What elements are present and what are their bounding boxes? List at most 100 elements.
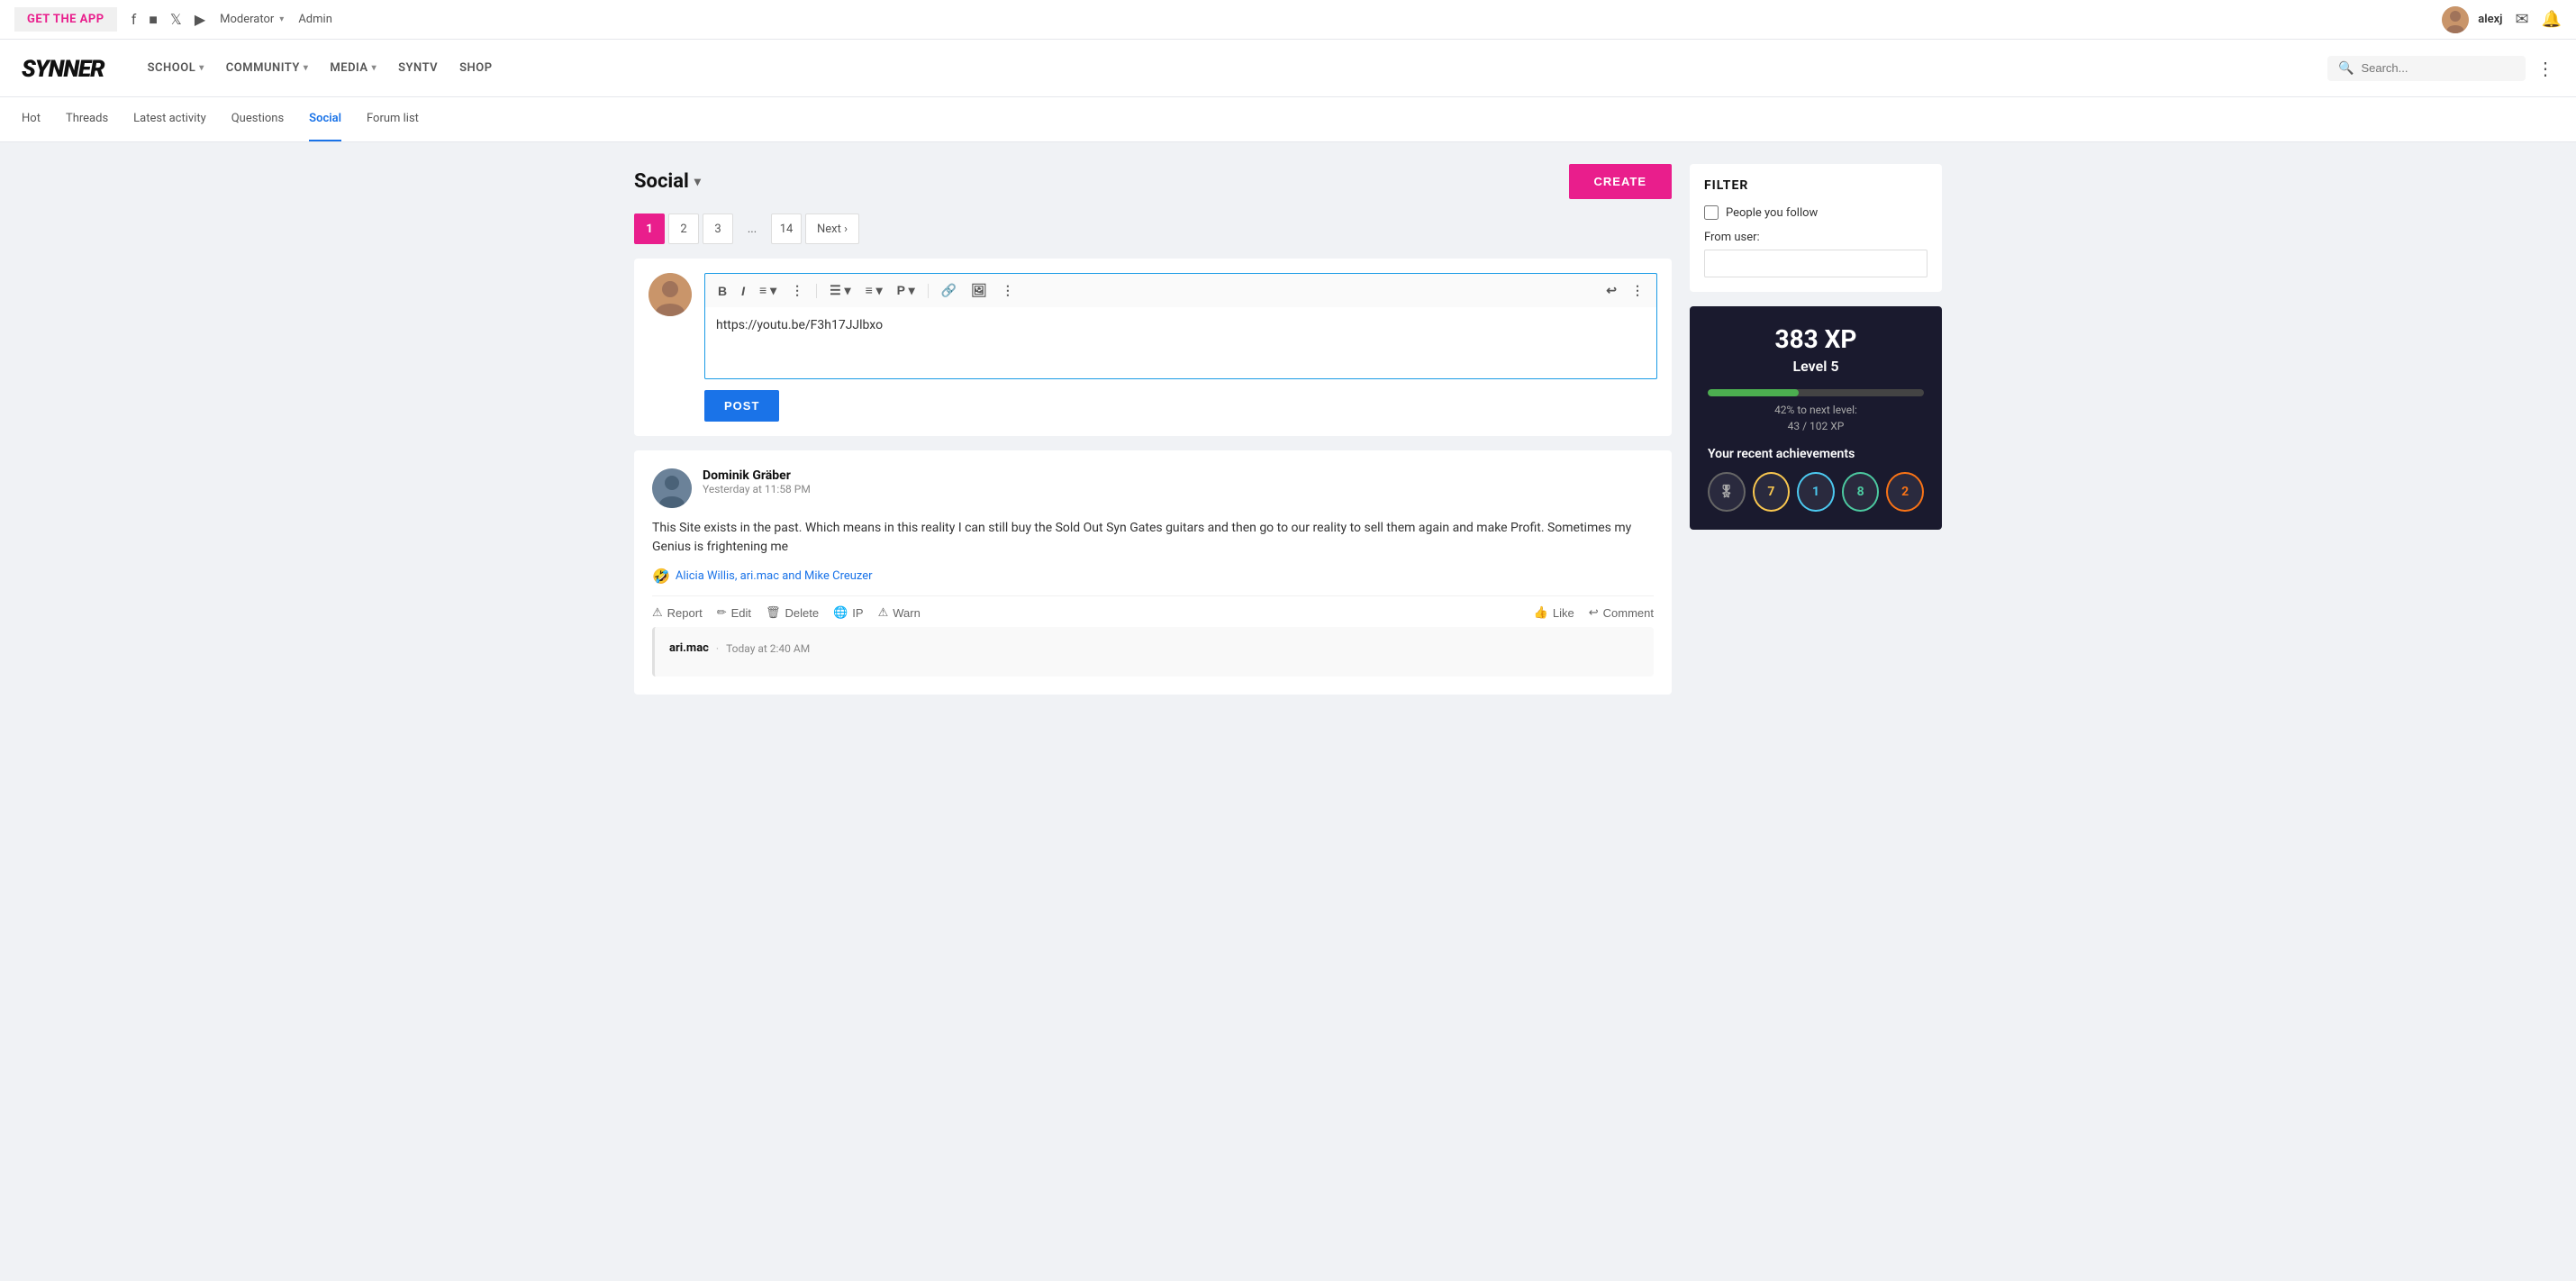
admin-label[interactable]: Admin bbox=[298, 13, 332, 26]
more-toolbar-2-button[interactable]: ⋮ bbox=[998, 281, 1018, 300]
comment-button[interactable]: ↩ Comment bbox=[1589, 605, 1654, 620]
badge-4[interactable]: 8 bbox=[1842, 472, 1880, 512]
bold-button[interactable]: B bbox=[714, 282, 730, 300]
username-label[interactable]: alexj bbox=[2478, 13, 2502, 26]
moderator-chevron-icon: ▾ bbox=[279, 14, 284, 24]
nav-shop[interactable]: SHOP bbox=[459, 61, 492, 75]
filter-follow-row: People you follow bbox=[1704, 205, 1927, 220]
reply-author: ari.mac bbox=[669, 641, 709, 655]
create-button[interactable]: CREATE bbox=[1569, 164, 1672, 199]
user-area: alexj bbox=[2442, 6, 2502, 33]
align-button[interactable]: ≡ ▾ bbox=[756, 281, 780, 300]
editor-avatar bbox=[649, 273, 692, 316]
youtube-icon[interactable]: ▶ bbox=[195, 11, 205, 28]
notifications-icon[interactable]: 🔔 bbox=[2542, 10, 2562, 29]
ip-icon: 🌐 bbox=[833, 605, 848, 620]
subnav-forum-list[interactable]: Forum list bbox=[367, 97, 419, 141]
post-actions: ⚠ Report ✏ Edit 🗑 Delete 🌐 IP ⚠ Warn bbox=[652, 595, 1654, 620]
undo-button[interactable]: ↩ bbox=[1602, 281, 1620, 300]
align2-button[interactable]: ≡ ▾ bbox=[862, 281, 886, 300]
facebook-icon[interactable]: f bbox=[132, 11, 137, 28]
pagination: 1 2 3 ... 14 Next › bbox=[634, 214, 1672, 244]
delete-button[interactable]: 🗑 Delete bbox=[766, 605, 819, 620]
reaction-emoji[interactable]: 🤣 bbox=[652, 568, 670, 585]
subnav-hot[interactable]: Hot bbox=[22, 97, 41, 141]
user-avatar[interactable] bbox=[2442, 6, 2469, 33]
nav-search: 🔍 ⋮ bbox=[2327, 56, 2554, 81]
delete-icon: 🗑 bbox=[766, 605, 781, 620]
moderator-label: Moderator bbox=[220, 13, 274, 26]
xp-card: 383 XP Level 5 42% to next level: 43 / 1… bbox=[1690, 306, 1942, 530]
mail-icon[interactable]: ✉ bbox=[2515, 10, 2528, 29]
search-input[interactable] bbox=[2361, 61, 2515, 75]
sidebar: FILTER People you follow From user: 383 … bbox=[1690, 164, 1942, 705]
get-app-button[interactable]: GET THE APP bbox=[14, 7, 117, 32]
editor-text: https://youtu.be/F3h17JJlbxo bbox=[716, 318, 1646, 332]
page-title[interactable]: Social ▾ bbox=[634, 170, 701, 193]
like-icon: 👍 bbox=[1534, 605, 1548, 620]
xp-progress-bar bbox=[1708, 389, 1924, 396]
badge-5[interactable]: 2 bbox=[1886, 472, 1924, 512]
people-you-follow-checkbox[interactable] bbox=[1704, 205, 1719, 220]
nav-community[interactable]: COMMUNITY ▾ bbox=[226, 61, 309, 75]
toolbar-separator-1 bbox=[816, 284, 817, 298]
badge-1[interactable]: 🎖 bbox=[1708, 472, 1746, 512]
more-toolbar-3-button[interactable]: ⋮ bbox=[1628, 281, 1647, 300]
italic-button[interactable]: I bbox=[738, 282, 748, 300]
xp-amount: 383 XP bbox=[1708, 324, 1924, 354]
media-chevron-icon: ▾ bbox=[372, 63, 377, 73]
list-button[interactable]: ☰ ▾ bbox=[826, 281, 854, 300]
reaction-names[interactable]: Alicia Willis, ari.mac and Mike Creuzer bbox=[676, 569, 873, 583]
xp-level: Level 5 bbox=[1708, 358, 1924, 375]
edit-button[interactable]: ✏ Edit bbox=[717, 605, 751, 620]
nav-media[interactable]: MEDIA ▾ bbox=[330, 61, 376, 75]
editor-toolbar: B I ≡ ▾ ⋮ ☰ ▾ ≡ ▾ P ▾ 🔗 🖼 ⋮ ↩ ⋮ bbox=[704, 273, 1657, 307]
twitter-icon[interactable]: 𝕏 bbox=[170, 11, 182, 28]
people-you-follow-label: People you follow bbox=[1726, 206, 1818, 220]
school-chevron-icon: ▾ bbox=[199, 63, 204, 73]
community-chevron-icon: ▾ bbox=[304, 63, 309, 73]
paragraph-button[interactable]: P ▾ bbox=[893, 281, 919, 300]
badge-3[interactable]: 1 bbox=[1797, 472, 1835, 512]
subnav-threads[interactable]: Threads bbox=[66, 97, 108, 141]
comment-icon: ↩ bbox=[1589, 605, 1599, 620]
top-bar-right: alexj ✉ 🔔 bbox=[2442, 6, 2562, 33]
like-button[interactable]: 👍 Like bbox=[1534, 605, 1574, 620]
post-body: This Site exists in the past. Which mean… bbox=[652, 519, 1654, 557]
nav-syntv[interactable]: SYNTV bbox=[398, 61, 438, 75]
page-last-button[interactable]: 14 bbox=[771, 214, 802, 244]
post-time: Yesterday at 11:58 PM bbox=[703, 483, 1654, 495]
link-button[interactable]: 🔗 bbox=[938, 281, 960, 300]
page-3-button[interactable]: 3 bbox=[703, 214, 733, 244]
post-editor-card: B I ≡ ▾ ⋮ ☰ ▾ ≡ ▾ P ▾ 🔗 🖼 ⋮ ↩ ⋮ bbox=[634, 259, 1672, 436]
main-nav: SYNNER SCHOOL ▾ COMMUNITY ▾ MEDIA ▾ SYNT… bbox=[0, 40, 2576, 97]
editor-content[interactable]: https://youtu.be/F3h17JJlbxo bbox=[704, 307, 1657, 379]
search-box[interactable]: 🔍 bbox=[2327, 56, 2526, 81]
pagination-dots: ... bbox=[737, 214, 767, 244]
post-avatar bbox=[652, 468, 692, 508]
badge-2[interactable]: 7 bbox=[1753, 472, 1791, 512]
more-options-icon[interactable]: ⋮ bbox=[2536, 58, 2554, 79]
report-button[interactable]: ⚠ Report bbox=[652, 605, 703, 620]
sub-nav: Hot Threads Latest activity Questions So… bbox=[0, 97, 2576, 142]
post-author: Dominik Gräber bbox=[703, 468, 1654, 483]
subnav-latest-activity[interactable]: Latest activity bbox=[133, 97, 206, 141]
subnav-questions[interactable]: Questions bbox=[231, 97, 284, 141]
warn-button[interactable]: ⚠ Warn bbox=[878, 605, 921, 620]
page-1-button[interactable]: 1 bbox=[634, 214, 665, 244]
image-button[interactable]: 🖼 bbox=[967, 281, 991, 300]
reply-separator: · bbox=[716, 642, 719, 655]
logo: SYNNER bbox=[22, 53, 104, 83]
ip-button[interactable]: 🌐 IP bbox=[833, 605, 863, 620]
subnav-social[interactable]: Social bbox=[309, 97, 341, 141]
post-button[interactable]: POST bbox=[704, 390, 779, 422]
nav-school[interactable]: SCHOOL ▾ bbox=[148, 61, 204, 75]
top-bar: GET THE APP f ■ 𝕏 ▶ Moderator ▾ Admin al… bbox=[0, 0, 2576, 40]
moderator-dropdown[interactable]: Moderator ▾ bbox=[220, 13, 284, 26]
page-2-button[interactable]: 2 bbox=[668, 214, 699, 244]
instagram-icon[interactable]: ■ bbox=[149, 11, 158, 29]
more-toolbar-1-button[interactable]: ⋮ bbox=[787, 281, 807, 300]
next-page-button[interactable]: Next › bbox=[805, 214, 859, 244]
from-user-input[interactable] bbox=[1704, 250, 1927, 277]
post-header: Dominik Gräber Yesterday at 11:58 PM bbox=[652, 468, 1654, 508]
